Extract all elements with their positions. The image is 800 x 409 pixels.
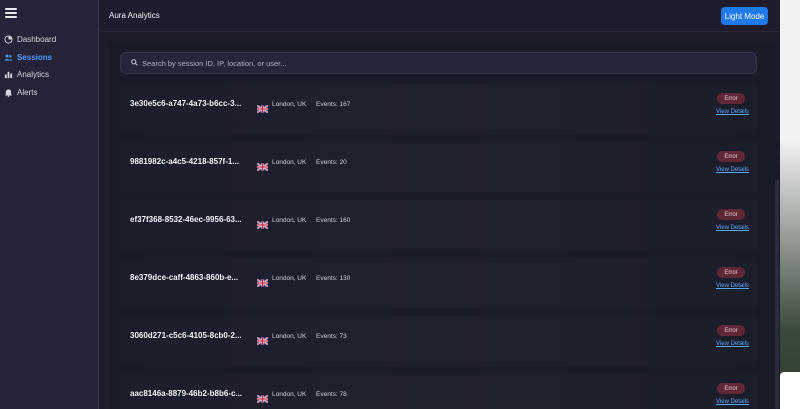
uk-flag-icon bbox=[256, 100, 269, 114]
light-mode-button[interactable]: Light Mode bbox=[721, 7, 768, 25]
dashboard-icon bbox=[4, 34, 13, 44]
session-events: Events: 130 bbox=[316, 275, 351, 282]
uk-flag-icon bbox=[256, 390, 269, 404]
view-details-link[interactable]: View Details bbox=[716, 225, 749, 231]
users-icon bbox=[4, 53, 13, 62]
background-desktop bbox=[780, 0, 800, 409]
bell-icon bbox=[4, 88, 13, 97]
session-row[interactable]: aac8146a-8879-46b2-b8b6-c... London, UK Ev… bbox=[120, 374, 757, 409]
sidebar-item-alerts[interactable]: Alerts bbox=[4, 84, 37, 100]
search-bar[interactable] bbox=[120, 52, 757, 74]
session-location: London, UK bbox=[272, 333, 307, 340]
session-location: London, UK bbox=[272, 101, 307, 108]
sidebar-item-analytics[interactable]: Analytics bbox=[4, 66, 49, 82]
view-details-link[interactable]: View Details bbox=[716, 283, 749, 289]
sidebar-item-sessions[interactable]: Sessions bbox=[4, 49, 52, 65]
status-badge: Error bbox=[717, 209, 745, 220]
session-location: London, UK bbox=[272, 275, 307, 282]
view-details-link[interactable]: View Details bbox=[716, 167, 749, 173]
sidebar-item-label: Alerts bbox=[17, 87, 38, 97]
uk-flag-icon bbox=[256, 274, 269, 288]
session-id: 3060d271-c5c6-4105-8cb0-2... bbox=[130, 331, 242, 340]
session-row[interactable]: ef37f368-8532-46ec-9956-63... London, UK E… bbox=[120, 200, 757, 250]
sidebar-item-label: Dashboard bbox=[17, 34, 57, 44]
top-bar: Aura Analytics Light Mode bbox=[99, 0, 780, 32]
search-input[interactable] bbox=[142, 58, 756, 68]
session-row[interactable]: 9881982c-a4c5-4218-857f-1... London, UK Ev… bbox=[120, 142, 757, 192]
session-row[interactable]: 3e30e5c6-a747-4a73-b6cc-3... London, UK Ev… bbox=[120, 84, 757, 134]
app-window: Dashboard Sessions Analytics Alerts Aura… bbox=[0, 0, 780, 409]
sidebar-item-label: Sessions bbox=[17, 52, 53, 62]
session-id: ef37f368-8532-46ec-9956-63... bbox=[130, 215, 242, 224]
session-id: aac8146a-8879-46b2-b8b6-c... bbox=[130, 389, 243, 398]
view-details-link[interactable]: View Details bbox=[716, 341, 749, 347]
session-row[interactable]: 8e379dce-caff-4863-860b-e... London, UK Ev… bbox=[120, 258, 757, 308]
session-row[interactable]: 3060d271-c5c6-4105-8cb0-2... London, UK Ev… bbox=[120, 316, 757, 366]
status-badge: Error bbox=[717, 325, 745, 336]
session-id: 9881982c-a4c5-4218-857f-1... bbox=[130, 157, 239, 166]
session-id: 8e379dce-caff-4863-860b-e... bbox=[130, 273, 239, 282]
session-events: Events: 20 bbox=[316, 159, 347, 166]
session-location: London, UK bbox=[272, 391, 307, 398]
status-badge: Error bbox=[717, 383, 745, 394]
uk-flag-icon bbox=[256, 158, 269, 172]
session-events: Events: 73 bbox=[316, 333, 347, 340]
hamburger-menu-icon[interactable] bbox=[5, 8, 17, 18]
bar-chart-icon bbox=[4, 70, 13, 79]
session-events: Events: 78 bbox=[316, 391, 347, 398]
view-details-link[interactable]: View Details bbox=[716, 109, 749, 115]
status-badge: Error bbox=[717, 267, 745, 278]
sidebar-item-dashboard[interactable]: Dashboard bbox=[4, 31, 56, 47]
app-title: Aura Analytics bbox=[109, 11, 160, 20]
desktop-wallpaper bbox=[780, 0, 800, 409]
session-events: Events: 167 bbox=[316, 101, 351, 108]
sidebar-item-label: Analytics bbox=[17, 69, 50, 79]
search-icon bbox=[131, 58, 138, 68]
session-location: London, UK bbox=[272, 159, 307, 166]
session-events: Events: 160 bbox=[316, 217, 351, 224]
background-window bbox=[780, 372, 800, 409]
sidebar: Dashboard Sessions Analytics Alerts bbox=[0, 0, 99, 409]
status-badge: Error bbox=[717, 151, 745, 162]
uk-flag-icon bbox=[256, 216, 269, 230]
status-badge: Error bbox=[717, 93, 745, 104]
session-id: 3e30e5c6-a747-4a73-b6cc-3... bbox=[130, 99, 242, 108]
view-details-link[interactable]: View Details bbox=[716, 399, 749, 405]
uk-flag-icon bbox=[256, 332, 269, 346]
session-location: London, UK bbox=[272, 217, 307, 224]
scrollbar-thumb[interactable] bbox=[775, 180, 779, 409]
